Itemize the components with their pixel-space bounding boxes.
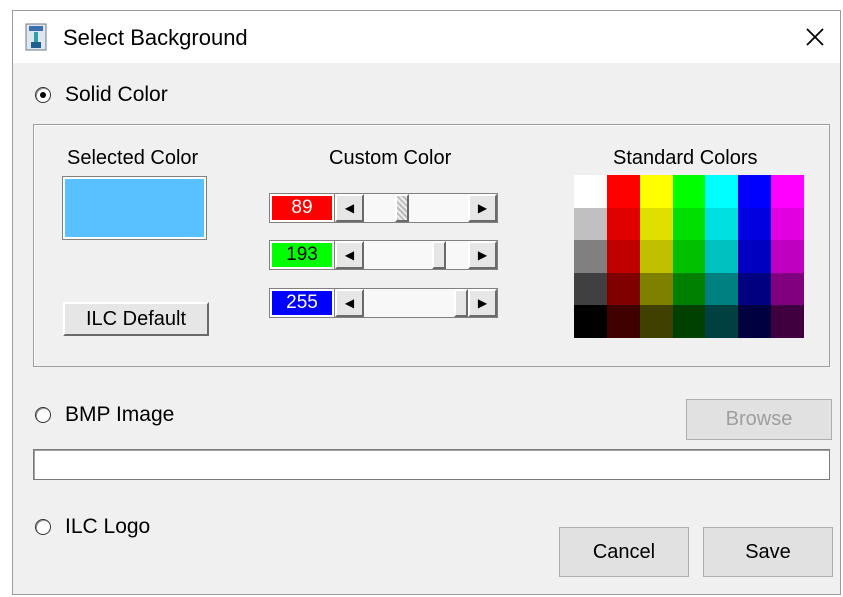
scroll-right-arrow-icon[interactable]: ▶	[468, 194, 497, 222]
standard-color-cell[interactable]	[606, 272, 640, 306]
radio-selected-dot	[40, 92, 46, 98]
standard-color-cell[interactable]	[606, 207, 640, 241]
standard-color-cell[interactable]	[574, 175, 607, 208]
scroll-left-arrow-icon[interactable]: ◀	[335, 194, 364, 222]
red-slider-thumb[interactable]	[395, 194, 409, 222]
standard-color-cell[interactable]	[738, 240, 772, 273]
blue-value-field[interactable]: 255	[269, 288, 335, 318]
standard-color-cell[interactable]	[606, 240, 640, 273]
standard-color-cell[interactable]	[606, 175, 640, 208]
standard-color-cell[interactable]	[771, 175, 804, 208]
standard-color-cell[interactable]	[639, 305, 673, 338]
standard-color-cell[interactable]	[738, 305, 772, 338]
standard-color-cell[interactable]	[639, 175, 673, 208]
scroll-right-arrow-icon[interactable]: ▶	[468, 241, 497, 269]
ilc-default-button[interactable]: ILC Default	[63, 302, 209, 336]
save-button[interactable]: Save	[703, 527, 833, 577]
standard-color-cell[interactable]	[705, 240, 739, 273]
green-slider-thumb[interactable]	[432, 241, 446, 269]
ilc-logo-option[interactable]: ILC Logo	[35, 515, 150, 539]
red-slider[interactable]: ◀ ▶	[334, 193, 498, 223]
standard-color-cell[interactable]	[705, 272, 739, 306]
standard-color-cell[interactable]	[672, 272, 706, 306]
standard-color-cell[interactable]	[705, 305, 739, 338]
standard-color-cell[interactable]	[738, 272, 772, 306]
standard-color-cell[interactable]	[574, 240, 607, 273]
ilc-logo-radio[interactable]	[35, 519, 51, 535]
standard-color-cell[interactable]	[771, 240, 804, 273]
blue-slider-thumb[interactable]	[454, 289, 468, 317]
blue-slider[interactable]: ◀ ▶	[334, 288, 498, 318]
selected-color-label: Selected Color	[67, 147, 199, 169]
standard-color-cell[interactable]	[574, 272, 607, 306]
close-button[interactable]	[798, 21, 832, 53]
standard-color-cell[interactable]	[639, 207, 673, 241]
standard-color-cell[interactable]	[672, 240, 706, 273]
standard-color-cell[interactable]	[672, 207, 706, 241]
bmp-image-option[interactable]: BMP Image	[35, 403, 174, 427]
bmp-image-label: BMP Image	[65, 403, 175, 426]
standard-color-cell[interactable]	[705, 175, 739, 208]
standard-color-cell[interactable]	[672, 305, 706, 338]
standard-color-cell[interactable]	[771, 272, 804, 306]
title-bar: Select Background	[13, 11, 840, 63]
standard-color-cell[interactable]	[771, 305, 804, 338]
standard-color-cell[interactable]	[606, 305, 640, 338]
standard-color-cell[interactable]	[705, 207, 739, 241]
dialog-window: Select Background Solid Color Selected C…	[12, 10, 841, 595]
standard-color-cell[interactable]	[639, 240, 673, 273]
standard-color-cell[interactable]	[738, 207, 772, 241]
window-title: Select Background	[63, 25, 248, 50]
red-value-field[interactable]: 89	[269, 193, 335, 223]
selected-color-swatch	[62, 176, 207, 240]
standard-color-grid	[574, 175, 804, 338]
solid-color-label: Solid Color	[65, 83, 168, 106]
standard-color-cell[interactable]	[738, 175, 772, 208]
standard-color-cell[interactable]	[672, 175, 706, 208]
scroll-left-arrow-icon[interactable]: ◀	[335, 241, 364, 269]
ilc-logo-label: ILC Logo	[65, 515, 151, 538]
standard-color-cell[interactable]	[639, 272, 673, 306]
custom-color-label: Custom Color	[329, 147, 452, 169]
solid-color-option[interactable]: Solid Color	[35, 83, 168, 107]
close-icon	[806, 28, 824, 46]
standard-color-cell[interactable]	[574, 207, 607, 241]
standard-color-cell[interactable]	[574, 305, 607, 338]
solid-color-radio[interactable]	[35, 87, 51, 103]
browse-button[interactable]: Browse	[686, 399, 832, 440]
standard-color-cell[interactable]	[771, 207, 804, 241]
bmp-path-field[interactable]	[33, 449, 830, 480]
cancel-button[interactable]: Cancel	[559, 527, 689, 577]
green-slider[interactable]: ◀ ▶	[334, 240, 498, 270]
scroll-right-arrow-icon[interactable]: ▶	[468, 289, 497, 317]
green-value-field[interactable]: 193	[269, 240, 335, 270]
paint-tool-icon	[25, 23, 47, 51]
bmp-image-radio[interactable]	[35, 407, 51, 423]
standard-colors-label: Standard Colors	[613, 147, 758, 169]
scroll-left-arrow-icon[interactable]: ◀	[335, 289, 364, 317]
